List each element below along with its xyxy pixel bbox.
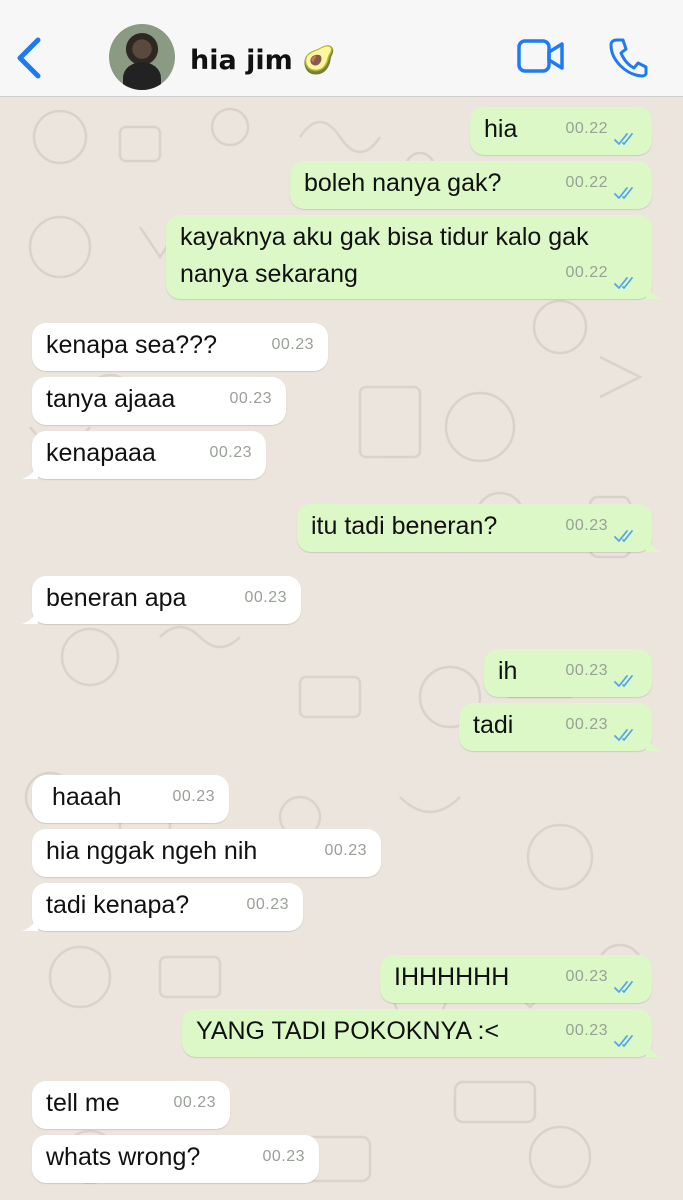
video-camera-icon [517, 39, 564, 73]
message-time: 00.23 [271, 336, 314, 353]
incoming-message[interactable]: haaah 00.23 [32, 775, 229, 823]
message-time: 00.23 [209, 444, 252, 461]
back-button[interactable] [12, 36, 46, 80]
incoming-message[interactable]: tanya ajaaa 00.23 [32, 377, 286, 425]
read-receipt-icon [614, 729, 633, 741]
message-time: 00.23 [565, 716, 608, 733]
message-list[interactable]: hia 00.22 boleh nanya gak? 00.22 kayaknya ak… [0, 97, 683, 1200]
message-time: 00.23 [565, 517, 608, 534]
incoming-message[interactable]: hia nggak ngeh nih 00.23 [32, 829, 381, 877]
outgoing-message[interactable]: boleh nanya gak? 00.22 [290, 161, 652, 209]
message-time: 00.23 [246, 896, 289, 913]
bubble-tail [22, 915, 38, 931]
incoming-message[interactable]: kenapa sea??? 00.23 [32, 323, 328, 371]
read-receipt-icon [614, 981, 633, 993]
outgoing-message[interactable]: IHHHHHH 00.23 [380, 955, 652, 1003]
chat-header: hia jim 🥑 [0, 0, 683, 97]
outgoing-message[interactable]: kayaknya aku gak bisa tidur kalo gak nan… [166, 215, 662, 299]
message-time: 00.23 [262, 1148, 305, 1165]
incoming-message[interactable]: tell me 00.23 [32, 1081, 230, 1129]
read-receipt-icon [614, 1035, 633, 1047]
read-receipt-icon [614, 133, 633, 145]
incoming-message[interactable]: kenapaaa 00.23 [22, 431, 266, 479]
incoming-message[interactable]: tadi kenapa? 00.23 [22, 883, 303, 931]
contact-name[interactable]: hia jim 🥑 [190, 44, 336, 76]
read-receipt-icon [614, 277, 633, 289]
message-time: 00.22 [565, 174, 608, 191]
outgoing-message[interactable]: ih 00.23 [484, 649, 652, 697]
message-time: 00.23 [173, 1094, 216, 1111]
message-time: 00.22 [565, 264, 608, 281]
bubble-tail [646, 1041, 662, 1057]
chevron-left-icon [17, 37, 41, 79]
bubble-tail [22, 463, 38, 479]
phone-icon [609, 38, 648, 78]
message-time: 00.23 [244, 589, 287, 606]
message-time: 00.23 [565, 662, 608, 679]
bubble-tail [646, 283, 662, 299]
read-receipt-icon [614, 675, 633, 687]
message-time: 00.22 [565, 120, 608, 137]
outgoing-message[interactable]: hia 00.22 [470, 107, 652, 155]
incoming-message[interactable]: beneran apa 00.23 [22, 576, 301, 624]
outgoing-message[interactable]: itu tadi beneran? 00.23 [297, 504, 662, 552]
outgoing-message[interactable]: YANG TADI POKOKNYA :< 00.23 [182, 1009, 662, 1057]
avatar[interactable] [109, 24, 175, 90]
read-receipt-icon [614, 187, 633, 199]
message-time: 00.23 [324, 842, 367, 859]
incoming-message[interactable]: whats wrong? 00.23 [32, 1135, 319, 1183]
message-time: 00.23 [172, 788, 215, 805]
bubble-tail [646, 536, 662, 552]
message-time: 00.23 [565, 1022, 608, 1039]
message-time: 00.23 [565, 968, 608, 985]
voice-call-button[interactable] [608, 36, 648, 78]
message-time: 00.23 [229, 390, 272, 407]
outgoing-message[interactable]: tadi 00.23 [459, 703, 662, 751]
bubble-tail [646, 735, 662, 751]
video-call-button[interactable] [516, 38, 566, 74]
bubble-tail [22, 608, 38, 624]
read-receipt-icon [614, 530, 633, 542]
